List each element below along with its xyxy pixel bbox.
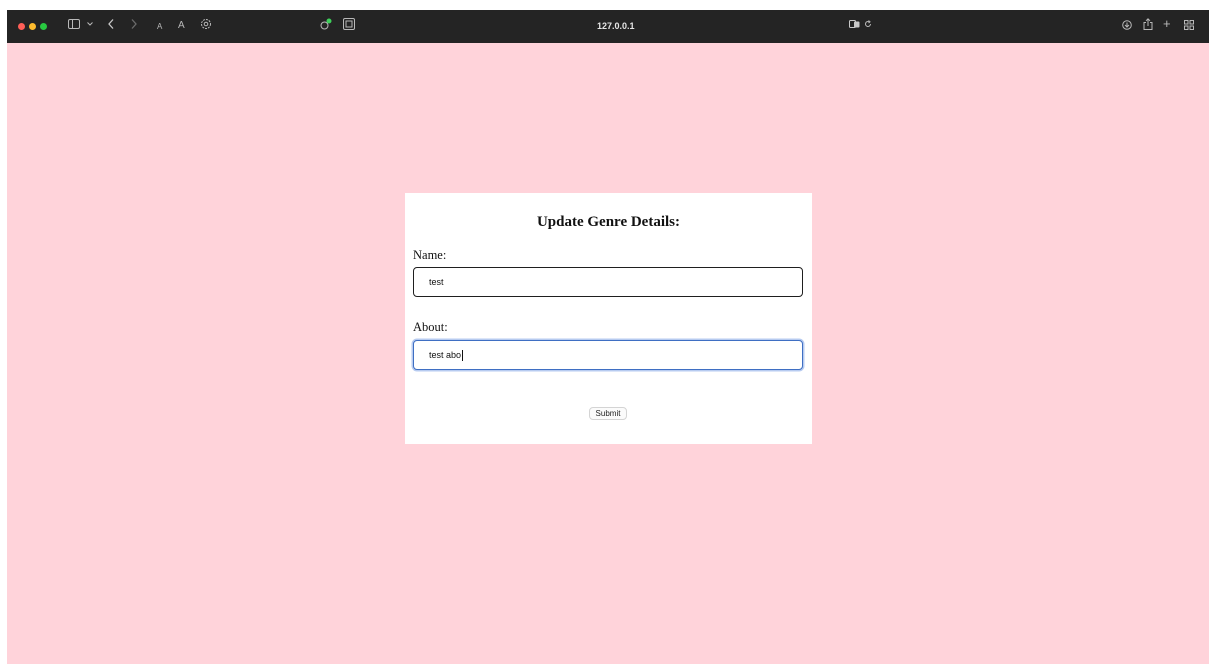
about-input[interactable]: test abo bbox=[413, 340, 803, 370]
update-genre-form: Update Genre Details: Name: test About: … bbox=[405, 193, 812, 444]
name-input[interactable]: test bbox=[413, 267, 803, 297]
back-icon[interactable] bbox=[108, 19, 114, 29]
text-larger-icon[interactable]: A bbox=[178, 17, 185, 35]
new-tab-icon[interactable]: + bbox=[1163, 15, 1171, 33]
browser-window: A A 127.0.0.1 + Update Genre Details: Na… bbox=[7, 10, 1209, 664]
translate-icon[interactable] bbox=[849, 20, 860, 28]
address-bar[interactable]: 127.0.0.1 bbox=[597, 18, 635, 34]
form-heading: Update Genre Details: bbox=[536, 214, 681, 230]
about-label: About: bbox=[413, 320, 448, 334]
name-input-value: test bbox=[429, 277, 444, 287]
minimize-window-button[interactable] bbox=[29, 23, 36, 30]
sidebar-icon[interactable] bbox=[68, 19, 80, 29]
tab-overview-icon[interactable] bbox=[1184, 20, 1194, 30]
chevron-down-icon[interactable] bbox=[87, 22, 93, 26]
reload-icon[interactable] bbox=[864, 20, 872, 28]
download-icon[interactable] bbox=[1122, 20, 1132, 30]
reader-icon[interactable] bbox=[343, 18, 355, 30]
text-smaller-icon[interactable]: A bbox=[157, 18, 162, 36]
browser-toolbar: A A 127.0.0.1 + bbox=[7, 10, 1209, 43]
zoom-window-button[interactable] bbox=[40, 23, 47, 30]
share-icon[interactable] bbox=[1143, 18, 1153, 30]
extension-icon[interactable] bbox=[320, 18, 332, 30]
close-window-button[interactable] bbox=[18, 23, 25, 30]
name-label: Name: bbox=[413, 248, 447, 262]
settings-icon[interactable] bbox=[200, 18, 212, 30]
text-caret bbox=[462, 350, 464, 362]
submit-button[interactable]: Submit bbox=[589, 407, 627, 420]
about-input-value: test abo bbox=[429, 350, 462, 360]
forward-icon[interactable] bbox=[131, 19, 137, 29]
